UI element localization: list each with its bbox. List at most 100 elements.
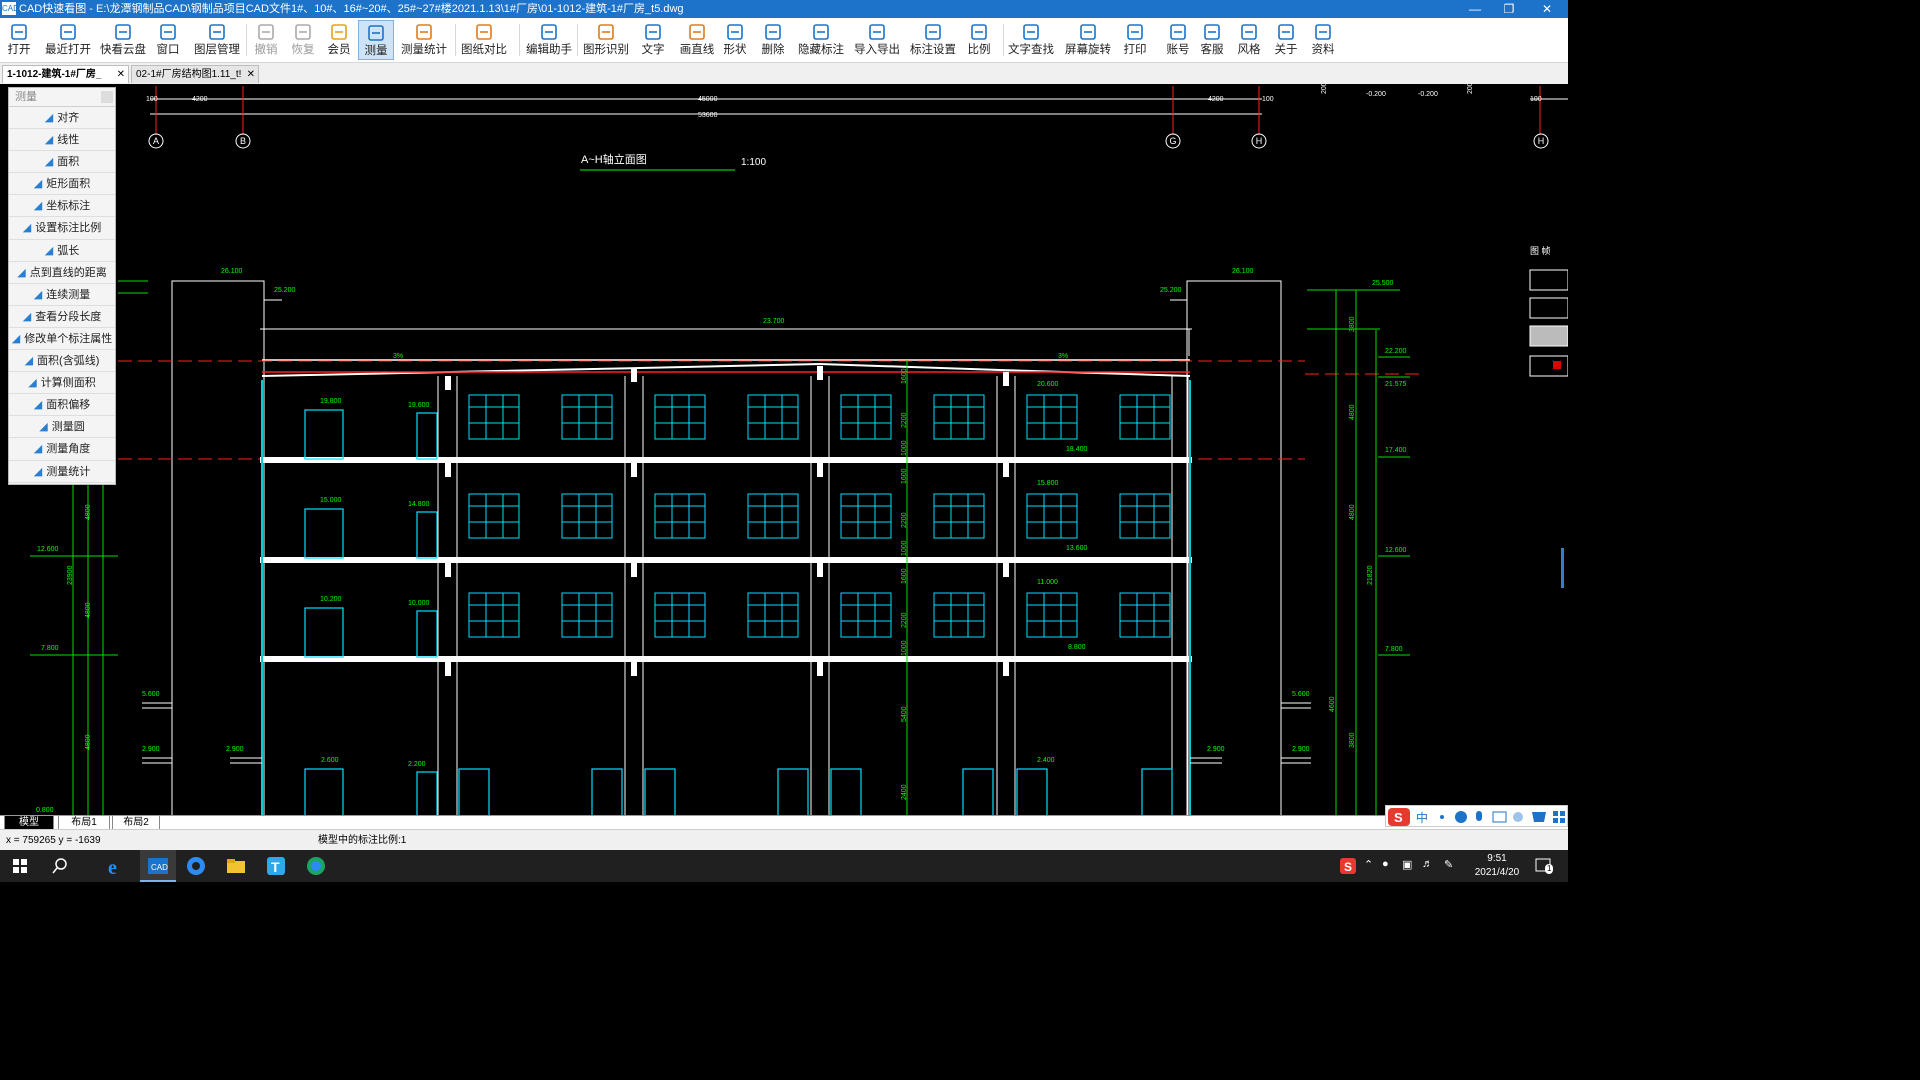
clock-time: 9:51 (1487, 853, 1507, 864)
toolbar-vip-button[interactable]: 会员 (323, 20, 355, 60)
close-icon[interactable]: ✕ (1530, 0, 1564, 18)
level-label: 26.100 (1232, 268, 1254, 275)
window-frame (468, 493, 520, 539)
layout-tab-2[interactable]: 布局2 (112, 816, 160, 830)
toolbar-label: 资料 (1311, 44, 1335, 56)
window-level-label: 2.400 (1037, 757, 1055, 764)
toolbar-label: 客服 (1200, 44, 1224, 56)
qq-browser-icon[interactable] (184, 854, 208, 878)
measure-item-6[interactable]: ◢ 弧长 (9, 240, 115, 262)
toolbar-about-button[interactable]: 关于 (1270, 20, 1302, 60)
tab-document-2[interactable]: 02-1#厂房结构图1.11_t! ✕ (131, 65, 259, 83)
ie-browser-icon[interactable]: e (104, 854, 128, 878)
file-explorer-icon[interactable] (224, 854, 248, 878)
toolbar-undo-button[interactable]: 撤销 (250, 20, 282, 60)
toolbar-draw-line-button[interactable]: 画直线 (676, 20, 718, 60)
toolbar-cloud-disk-button[interactable]: 快看云盘 (98, 20, 148, 60)
measure-item-11[interactable]: ◢ 面积(含弧线) (9, 350, 115, 373)
text-app-icon[interactable]: T (264, 854, 288, 878)
toolbar-account-button[interactable]: 账号 (1162, 20, 1194, 60)
tab-close-icon[interactable]: ✕ (117, 66, 125, 83)
window-frame (468, 592, 520, 638)
measure-item-2[interactable]: ◢ 面积 (9, 151, 115, 174)
tab-close-icon[interactable]: ✕ (247, 66, 255, 83)
toolbar-customer-service-button[interactable]: 客服 (1196, 20, 1228, 60)
toolbar-recent-open-button[interactable]: 最近打开 (42, 20, 94, 60)
tab-document-1[interactable]: 1-1012-建筑-1#厂房_ ✕ (2, 65, 129, 83)
dim-label: 4200 (192, 96, 208, 103)
volume-icon[interactable]: ♬ (1422, 858, 1433, 870)
toolbar-measure-button[interactable]: 测量 (358, 20, 394, 60)
search-icon[interactable] (48, 854, 72, 878)
toolbar-measure-stats-button[interactable]: 测量统计 (398, 20, 450, 60)
clock[interactable]: 9:51 2021/4/20 (1472, 852, 1522, 880)
measure-item-15[interactable]: ◢ 测量角度 (9, 438, 115, 461)
measure-item-3[interactable]: ◢ 矩形面积 (9, 173, 115, 196)
toolbar-layer-manage-button[interactable]: 图层管理 (190, 20, 244, 60)
toolbar-edit-assistant-button[interactable]: 编辑助手 (522, 20, 576, 60)
toolbar-screen-rotate-button[interactable]: 屏幕旋转 (1062, 20, 1114, 60)
annotation-scale: 模型中的标注比例:1 (318, 835, 407, 846)
toolbar-window-button[interactable]: 窗口 (152, 20, 184, 60)
level-label: 5.600 (1292, 691, 1310, 698)
toolbar-delete-button[interactable]: 删除 (756, 20, 790, 60)
sogou-tray-icon[interactable]: S (1336, 854, 1360, 878)
measure-item-14[interactable]: ◢ 测量圆 (9, 416, 115, 439)
minimize-icon[interactable]: — (1458, 0, 1492, 18)
toolbar-separator (577, 24, 578, 56)
title-bar: CAD CAD快速看图 - E:\龙潭钢制品CAD\钢制品项目CAD文件1#、1… (0, 0, 1568, 18)
toolbar-separator (246, 24, 247, 56)
qq-tray-icon[interactable]: ● (1382, 858, 1389, 870)
window-level-label: 20.600 (1037, 381, 1059, 388)
toolbar-redo-button[interactable]: 恢复 (287, 20, 319, 60)
windows-start-icon[interactable] (8, 854, 32, 878)
edge-browser-icon[interactable] (304, 854, 328, 878)
tray-chevron-icon[interactable]: ⌃ (1364, 858, 1373, 871)
window-level-label: 19.600 (408, 402, 430, 409)
layout-tab-bar: 模型 布局1 布局2 (0, 815, 1568, 830)
printer-icon (1127, 24, 1143, 40)
cad-app-taskbar-button[interactable]: CAD (140, 850, 176, 882)
measure-item-12[interactable]: ◢ 计算侧面积 (9, 372, 115, 395)
measure-item-7[interactable]: ◢ 点到直线的距离 (9, 262, 115, 284)
toolbar-drawing-compare-button[interactable]: 图纸对比 (458, 20, 510, 60)
toolbar-open-button[interactable]: 打开 (2, 20, 36, 60)
measure-item-9[interactable]: ◢ 查看分段长度 (9, 306, 115, 328)
toolbar-annotation-settings-button[interactable]: 标注设置 (908, 20, 958, 60)
measure-item-8[interactable]: ◢ 连续测量 (9, 284, 115, 306)
measure-item-16[interactable]: ◢ 测量统计 (9, 461, 115, 483)
measure-item-13[interactable]: ◢ 面积偏移 (9, 394, 115, 417)
layout-tab-1[interactable]: 布局1 (58, 816, 110, 830)
measure-item-10[interactable]: ◢ 修改单个标注属性 (9, 328, 115, 351)
toolbar-materials-button[interactable]: 资料 (1306, 20, 1340, 60)
network-icon[interactable]: ▣ (1402, 858, 1412, 871)
text-icon (645, 24, 661, 40)
panel-close-icon[interactable] (101, 91, 113, 103)
toolbar-text-search-button[interactable]: 文字查找 (1006, 20, 1056, 60)
drawing-canvas[interactable]: 100 4200 45000 4200 100 53600 100 -0.200… (0, 84, 1568, 815)
toolbar-print-button[interactable]: 打印 (1118, 20, 1152, 60)
window-frame (747, 493, 799, 539)
toolbar-shape-button[interactable]: 形状 (718, 20, 752, 60)
toolbar-hide-annotation-button[interactable]: 隐藏标注 (796, 20, 846, 60)
layout-tab-model[interactable]: 模型 (4, 816, 54, 830)
window-frame (561, 592, 613, 638)
measure-item-0[interactable]: ◢ 对齐 (9, 107, 115, 130)
measure-item-label: 线性 (57, 134, 80, 147)
toolbar-text-button[interactable]: 文字 (636, 20, 670, 60)
notification-center-icon[interactable]: 1 (1534, 856, 1556, 876)
toolbar-shape-recognize-button[interactable]: 图形识别 (580, 20, 632, 60)
measure-item-4[interactable]: ◢ 坐标标注 (9, 195, 115, 218)
restore-icon[interactable]: ❐ (1492, 0, 1526, 18)
ime-toolbar[interactable]: S 中 (1385, 805, 1568, 827)
clock-date: 2021/4/20 (1474, 867, 1520, 878)
toolbar-import-export-button[interactable]: 导入导出 (852, 20, 902, 60)
measure-item-5[interactable]: ◢ 设置标注比例 (9, 217, 115, 240)
toolbar-style-button[interactable]: 风格 (1234, 20, 1264, 60)
pen-icon[interactable]: ✎ (1444, 858, 1453, 871)
export-icon (869, 24, 885, 40)
window-frame (933, 592, 985, 638)
toolbar-scale-button[interactable]: 比例 (962, 20, 996, 60)
measure-item-1[interactable]: ◢ 线性 (9, 129, 115, 152)
level-label: 200 (1321, 84, 1328, 94)
